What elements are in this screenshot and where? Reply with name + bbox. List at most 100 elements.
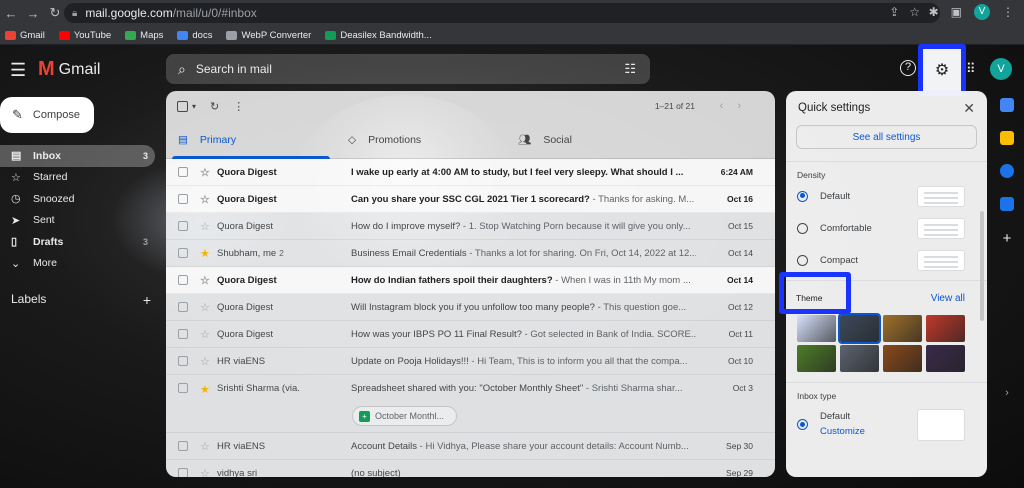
table-row[interactable]: ☆ Quora Digest Will Instagram block you if… — [166, 294, 775, 321]
row-checkbox[interactable] — [178, 441, 188, 451]
forward-icon[interactable]: → — [22, 6, 44, 21]
theme-thumbnail[interactable] — [838, 313, 881, 344]
theme-thumbnail[interactable] — [840, 345, 879, 372]
view-all-themes-link[interactable]: View all — [931, 293, 965, 304]
more-options-icon[interactable]: ⋮ — [233, 100, 244, 113]
row-checkbox[interactable] — [178, 329, 188, 339]
density-radio[interactable] — [797, 190, 808, 202]
hamburger-menu-icon[interactable]: ☰ — [10, 60, 26, 81]
star-icon[interactable]: ☆ — [200, 166, 214, 179]
star-icon[interactable]: ☆ — [200, 274, 214, 287]
row-checkbox[interactable] — [178, 356, 188, 366]
inbox-customize-link[interactable]: Customize — [820, 424, 865, 439]
table-row[interactable]: ☆ HR viaENS Update on Pooja Holidays!!! - … — [166, 348, 775, 375]
row-checkbox[interactable] — [178, 302, 188, 312]
star-icon[interactable]: ☆ — [200, 301, 214, 314]
hide-panel-icon[interactable]: › — [995, 387, 1019, 399]
sidebar-item-snoozed[interactable]: ◷ Snoozed — [0, 188, 155, 210]
table-row[interactable]: ★ Shubham, me 2 Business Email Credentials … — [166, 240, 775, 267]
search-input[interactable]: Search in mail — [196, 62, 272, 76]
sidebar-item-starred[interactable]: ☆ Starred — [0, 167, 155, 189]
sidebar-item-drafts[interactable]: ▯ Drafts 3 — [0, 231, 155, 253]
tab-primary[interactable]: ▤ Primary — [166, 121, 336, 159]
search-bar[interactable]: ⌕ Search in mail ☷ — [166, 54, 650, 84]
search-options-icon[interactable]: ☷ — [624, 61, 636, 77]
select-dropdown-icon[interactable]: ▾ — [192, 102, 196, 111]
inbox-type-radio[interactable] — [797, 419, 808, 430]
density-option-default[interactable]: Default — [786, 180, 987, 212]
table-row[interactable]: ☆ Quora Digest How do I improve myself? - … — [166, 213, 775, 240]
inbox-type-default[interactable]: Default Customize — [786, 409, 987, 449]
table-row[interactable]: ★ Srishti Sharma (via. Spreadsheet shared … — [166, 375, 775, 433]
sidebar-item-more[interactable]: ⌄ More — [0, 253, 155, 275]
sidebar-item-inbox[interactable]: ▤ Inbox 3 — [0, 145, 155, 167]
contacts-icon[interactable] — [1000, 197, 1014, 211]
row-checkbox[interactable] — [178, 275, 188, 285]
search-icon[interactable]: ⌕ — [178, 61, 186, 78]
keep-icon[interactable] — [1000, 131, 1014, 145]
star-icon[interactable]: ★ — [200, 383, 214, 396]
star-icon[interactable]: ☆ — [200, 467, 214, 478]
address-bar[interactable]: 🔒︎ mail.google.com/mail/u/0/#inbox ⇪☆ — [64, 3, 940, 23]
settings-gear-highlight[interactable]: ⚙ — [918, 44, 966, 96]
bookmark-item[interactable]: YouTube — [58, 30, 111, 41]
table-row[interactable]: ☆ Quora Digest How do Indian fathers spoil… — [166, 267, 775, 294]
share-and-bookmark-icons[interactable]: ⇪☆ — [889, 5, 930, 19]
row-checkbox[interactable] — [178, 248, 188, 258]
refresh-icon[interactable]: ↻ — [210, 100, 219, 113]
theme-thumbnail[interactable] — [883, 345, 922, 372]
sidepanel-icon[interactable]: ▣ — [951, 5, 962, 19]
tasks-icon[interactable] — [1000, 164, 1014, 178]
table-row[interactable]: ☆ Quora Digest I wake up early at 4:00 AM … — [166, 159, 775, 186]
bookmark-item[interactable]: docs — [177, 30, 212, 41]
row-checkbox[interactable] — [178, 468, 188, 477]
bookmark-item[interactable]: WebP Converter — [226, 30, 311, 41]
apps-grid-icon[interactable]: ⠿ — [966, 61, 976, 77]
theme-thumbnail[interactable] — [797, 345, 836, 372]
compose-button[interactable]: ✎ Compose — [0, 97, 94, 133]
tab-social[interactable]: 👥︎ Social — [506, 121, 676, 158]
table-row[interactable]: ☆ Quora Digest How was your IBPS PO 11 Fin… — [166, 321, 775, 348]
bookmark-item[interactable]: Gmail — [5, 30, 45, 41]
select-all-checkbox[interactable] — [177, 100, 188, 112]
back-icon[interactable]: ← — [0, 6, 22, 21]
account-avatar[interactable]: V — [990, 58, 1012, 80]
close-icon[interactable]: ✕ — [963, 100, 975, 117]
star-icon[interactable]: ☆ — [200, 220, 214, 233]
add-app-icon[interactable]: + — [995, 230, 1019, 247]
table-row[interactable]: ☆ Quora Digest Can you share your SSC CGL … — [166, 186, 775, 213]
row-checkbox[interactable] — [178, 167, 188, 177]
table-row[interactable]: ☆ vidhya sri (no subject) Sep 29 — [166, 460, 775, 477]
row-checkbox[interactable] — [178, 194, 188, 204]
star-icon[interactable]: ☆ — [200, 355, 214, 368]
reload-icon[interactable]: ↻ — [44, 5, 66, 21]
gear-icon[interactable]: ⚙ — [935, 60, 949, 80]
row-checkbox[interactable] — [178, 221, 188, 231]
table-row[interactable]: ☆ HR viaENS Account Details - Hi Vidhya, P… — [166, 433, 775, 460]
star-icon[interactable]: ☆ — [200, 440, 214, 453]
star-icon[interactable]: ★ — [200, 247, 214, 260]
bookmark-item[interactable]: Maps — [125, 30, 163, 41]
browser-profile-avatar[interactable]: V — [974, 4, 990, 20]
theme-thumbnail[interactable] — [797, 315, 836, 342]
theme-thumbnail[interactable] — [926, 315, 965, 342]
tab-promotions[interactable]: ◇ Promotions — [336, 121, 506, 158]
density-radio[interactable] — [797, 254, 808, 266]
sidebar-item-sent[interactable]: ➤ Sent — [0, 210, 155, 232]
pagination-arrows[interactable]: ‹› — [720, 100, 755, 112]
see-all-settings-button[interactable]: See all settings — [796, 125, 977, 149]
quick-settings-scrollbar[interactable] — [980, 211, 984, 321]
calendar-icon[interactable] — [1000, 98, 1014, 112]
row-checkbox[interactable] — [178, 383, 188, 393]
density-radio[interactable] — [797, 222, 808, 234]
density-option-comfortable[interactable]: Comfortable — [786, 212, 987, 244]
add-label-icon[interactable]: + — [143, 292, 151, 308]
star-icon[interactable]: ☆ — [200, 193, 214, 206]
theme-thumbnail[interactable] — [883, 315, 922, 342]
help-icon[interactable]: ? — [900, 60, 916, 76]
attachment-chip[interactable]: + October Monthl... — [352, 406, 458, 426]
gmail-logo[interactable]: M Gmail — [38, 58, 100, 81]
star-icon[interactable]: ☆ — [200, 328, 214, 341]
puzzle-icon[interactable]: ✱ — [929, 5, 939, 19]
menu-dots-icon[interactable]: ⋮ — [1002, 5, 1014, 19]
